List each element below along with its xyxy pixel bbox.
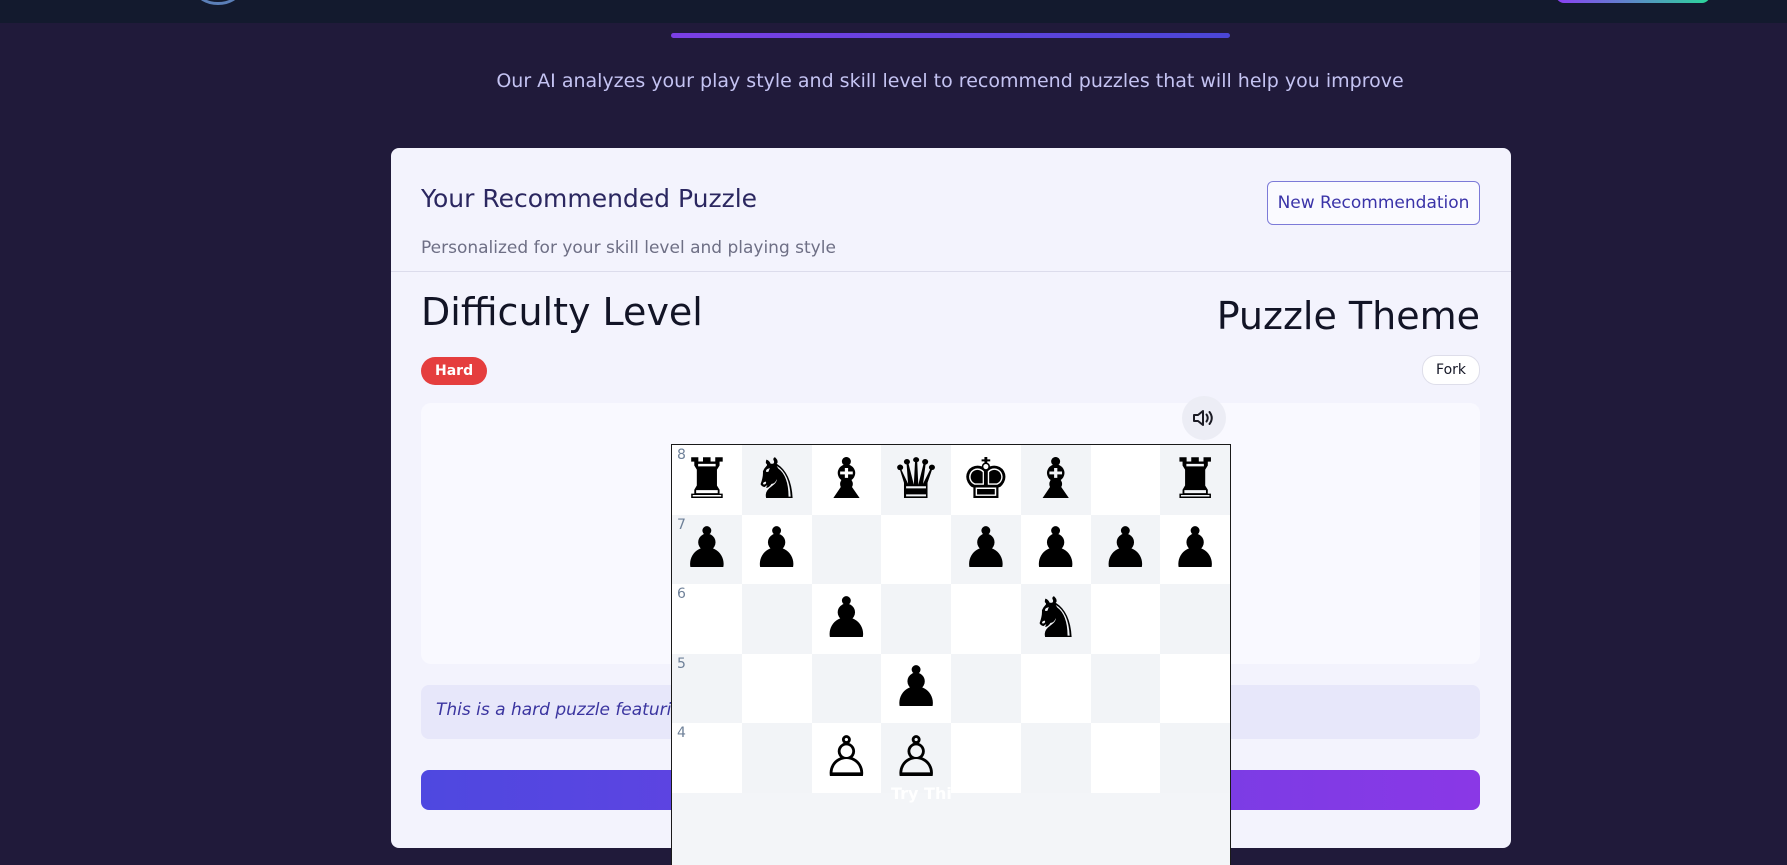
square-a4[interactable]: 4 [672, 723, 742, 793]
square-c5[interactable] [811, 653, 882, 723]
rank-label: 5 [677, 655, 686, 672]
chess-piece[interactable]: ♛ [891, 451, 941, 508]
chess-piece[interactable]: ♝ [821, 451, 871, 508]
square-g7[interactable]: ♟ [1090, 514, 1161, 584]
square-a6[interactable]: 6 [672, 584, 742, 654]
rank-label: 6 [677, 586, 686, 602]
top-action-button[interactable] [1556, 0, 1710, 3]
square-b8[interactable]: ♞ [741, 445, 812, 515]
square-h7[interactable]: ♟ [1160, 514, 1230, 584]
square-a8[interactable]: 8 ♜ [672, 445, 742, 515]
card-title: Your Recommended Puzzle [421, 184, 758, 213]
heading-accent-line [671, 33, 1230, 38]
square-e8[interactable]: ♚ [951, 445, 1021, 515]
chess-piece[interactable]: ♟ [682, 521, 732, 577]
square-g8[interactable] [1090, 445, 1161, 515]
square-d4[interactable]: ♙ [881, 723, 951, 793]
square-h5[interactable] [1160, 653, 1230, 723]
card-divider [391, 271, 1511, 272]
square-e7[interactable]: ♟ [951, 514, 1021, 584]
chess-piece[interactable]: ♟ [1170, 521, 1220, 577]
square-d8[interactable]: ♛ [881, 445, 951, 515]
chess-piece[interactable]: ♟ [821, 590, 871, 647]
logo-icon[interactable] [196, 0, 240, 5]
theme-heading: Puzzle Theme [1216, 294, 1480, 338]
square-f6[interactable]: ♞ [1020, 584, 1091, 654]
rank-label: 4 [677, 725, 686, 741]
chess-piece[interactable]: ♙ [891, 729, 941, 786]
square-f5[interactable] [1020, 653, 1091, 723]
square-e4[interactable] [951, 723, 1021, 793]
square-d6[interactable] [881, 584, 951, 654]
square-f4[interactable] [1020, 723, 1091, 793]
square-b5[interactable] [741, 653, 812, 723]
square-c4[interactable]: ♙ [811, 723, 882, 793]
square-g5[interactable] [1090, 653, 1161, 723]
square-h4[interactable] [1160, 723, 1230, 793]
speaker-volume-icon [1193, 410, 1213, 426]
square-h6[interactable] [1160, 584, 1230, 654]
card-subtitle: Personalized for your skill level and pl… [421, 238, 836, 258]
square-c7[interactable] [811, 514, 882, 584]
square-a5[interactable]: 5 [672, 653, 742, 723]
chess-piece[interactable]: ♟ [752, 521, 802, 577]
square-f8[interactable]: ♝ [1020, 445, 1091, 515]
square-c6[interactable]: ♟ [811, 584, 882, 654]
difficulty-badge: Hard [421, 357, 488, 385]
chess-piece[interactable]: ♟ [1031, 521, 1081, 577]
square-c8[interactable]: ♝ [811, 445, 882, 515]
intro-text: Our AI analyzes your play style and skil… [496, 70, 1404, 92]
new-recommendation-button[interactable]: New Recommendation [1267, 181, 1480, 225]
rank-label: 8 [677, 447, 686, 463]
square-g4[interactable] [1090, 723, 1161, 793]
square-a7[interactable]: 7 ♟ [672, 514, 742, 584]
square-d5[interactable]: ♟ [881, 653, 951, 723]
square-g6[interactable] [1090, 584, 1161, 654]
chess-piece[interactable]: ♜ [682, 451, 732, 508]
top-navigation-bar [0, 0, 1787, 23]
chess-piece[interactable]: ♝ [1031, 451, 1081, 508]
square-d7[interactable] [881, 514, 951, 584]
chess-piece[interactable]: ♞ [752, 451, 802, 508]
square-b6[interactable] [741, 584, 812, 654]
chess-piece[interactable]: ♚ [961, 451, 1011, 508]
square-b7[interactable]: ♟ [741, 514, 812, 584]
square-h8[interactable]: ♜ [1160, 445, 1230, 515]
chess-piece[interactable]: ♟ [961, 521, 1011, 577]
chess-piece[interactable]: ♟ [891, 660, 941, 716]
chess-piece[interactable]: ♟ [1100, 521, 1150, 577]
square-e5[interactable] [951, 653, 1021, 723]
square-b4[interactable] [741, 723, 812, 793]
rank-label: 7 [677, 516, 686, 533]
chess-piece[interactable]: ♙ [821, 729, 871, 786]
chess-piece[interactable]: ♞ [1031, 590, 1081, 647]
theme-badge: Fork [1422, 355, 1480, 385]
sound-toggle-button[interactable] [1182, 396, 1226, 440]
square-f7[interactable]: ♟ [1020, 514, 1091, 584]
difficulty-heading: Difficulty Level [421, 290, 703, 334]
square-e6[interactable] [951, 584, 1021, 654]
chess-piece[interactable]: ♜ [1170, 451, 1220, 508]
